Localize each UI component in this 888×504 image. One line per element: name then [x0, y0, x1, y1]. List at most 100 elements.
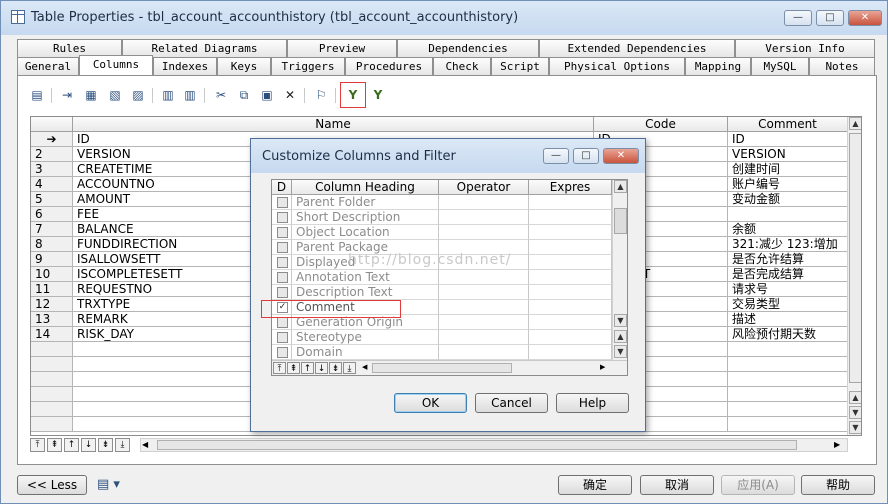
menu-icon[interactable]: ▤ ▾ [97, 477, 120, 492]
displayed-checkbox[interactable] [277, 242, 288, 253]
cell-comment[interactable]: 321:减少 123:增加 [728, 237, 848, 252]
dialog-help-button[interactable]: Help [556, 393, 629, 413]
row-number[interactable]: 4 [31, 177, 73, 192]
cell-comment[interactable] [728, 357, 848, 372]
row-number[interactable] [31, 402, 73, 417]
move-bottom-icon[interactable]: ⤓ [115, 438, 130, 452]
expression-cell[interactable] [529, 225, 612, 240]
cell-comment[interactable] [728, 402, 848, 417]
tab-dependencies[interactable]: Dependencies [397, 39, 539, 57]
expression-cell[interactable] [529, 240, 612, 255]
grid-header-name[interactable]: Name [73, 117, 594, 132]
displayed-checkbox[interactable] [277, 347, 288, 358]
dialog-cancel-button[interactable]: Cancel [475, 393, 548, 413]
grid-header-comment[interactable]: Comment [728, 117, 848, 132]
row-number[interactable]: 5 [31, 192, 73, 207]
scroll-down-icon[interactable]: ▼ [849, 421, 861, 434]
horizontal-scroll-thumb[interactable] [157, 440, 797, 450]
cell-comment[interactable]: 描述 [728, 312, 848, 327]
scroll-left-icon[interactable]: ◀ [362, 363, 368, 373]
displayed-checkbox[interactable] [277, 272, 288, 283]
add-row-icon[interactable]: ▦ [82, 86, 100, 104]
help-button[interactable]: 帮助 [801, 475, 875, 495]
expression-cell[interactable] [529, 195, 612, 210]
tab-version-info[interactable]: Version Info [735, 39, 875, 57]
tab-check[interactable]: Check [433, 57, 491, 75]
horizontal-scroll-thumb[interactable] [372, 363, 512, 373]
cancel-button[interactable]: 取消 [640, 475, 714, 495]
displayed-checkbox[interactable] [277, 197, 288, 208]
row-number[interactable] [31, 372, 73, 387]
scroll-arrow-icon[interactable]: ▼ [849, 406, 861, 419]
paste-clipboard-icon[interactable]: ▣ [258, 86, 276, 104]
row-number[interactable]: 9 [31, 252, 73, 267]
cell-comment[interactable]: 是否允许结算 [728, 252, 848, 267]
scroll-arrow-icon[interactable]: ▲ [614, 330, 627, 343]
dialog-title-bar[interactable]: Customize Columns and Filter — □ ✕ [251, 139, 645, 173]
tab-procedures[interactable]: Procedures [345, 57, 433, 75]
scroll-arrow-icon[interactable]: ▼ [614, 314, 627, 327]
apply-button[interactable]: 应用(A) [721, 475, 795, 495]
tab-extended-dependencies[interactable]: Extended Dependencies [539, 39, 735, 57]
operator-cell[interactable] [439, 345, 529, 360]
column-heading-name[interactable]: Domain [292, 345, 439, 360]
list-item[interactable]: Object Location [272, 225, 612, 240]
cell-comment[interactable]: 变动金额 [728, 192, 848, 207]
cut-icon[interactable]: ✂ [212, 86, 230, 104]
row-number[interactable]: 14 [31, 327, 73, 342]
grid-horizontal-scrollbar[interactable]: ◀ ▶ [140, 438, 848, 452]
cell-comment[interactable]: ID [728, 132, 848, 147]
operator-cell[interactable] [439, 300, 529, 315]
grid-header-code[interactable]: Code [594, 117, 728, 132]
move-page-down-icon[interactable]: ⇟ [98, 438, 113, 452]
move-down-icon[interactable]: ↓ [81, 438, 96, 452]
list-item[interactable]: Description Text [272, 285, 612, 300]
delete-icon[interactable]: ✕ [281, 86, 299, 104]
column-heading-name[interactable]: Description Text [292, 285, 439, 300]
scroll-arrow-icon[interactable]: ▲ [849, 391, 861, 404]
row-number[interactable]: 10 [31, 267, 73, 282]
paste-icon[interactable]: ▥ [159, 86, 177, 104]
operator-cell[interactable] [439, 330, 529, 345]
move-page-down-icon[interactable]: ⇟ [329, 362, 342, 374]
tab-mapping[interactable]: Mapping [685, 57, 751, 75]
tab-triggers[interactable]: Triggers [271, 57, 345, 75]
title-bar[interactable]: Table Properties - tbl_account_accounthi… [1, 1, 887, 35]
insert-row-icon[interactable]: ⇥ [58, 86, 76, 104]
cell-comment[interactable]: 风险预付期天数 [728, 327, 848, 342]
confirm-button[interactable]: 确定 [558, 475, 632, 495]
cell-comment[interactable]: 是否完成结算 [728, 267, 848, 282]
expression-cell[interactable] [529, 210, 612, 225]
cell-comment[interactable] [728, 207, 848, 222]
scroll-left-icon[interactable]: ◀ [142, 440, 154, 450]
dialog-close-button[interactable]: ✕ [603, 148, 639, 164]
displayed-checkbox[interactable] [277, 317, 288, 328]
column-heading-list[interactable]: D Column Heading Operator Expres Parent … [271, 179, 628, 376]
cell-comment[interactable]: 请求号 [728, 282, 848, 297]
list-vertical-scrollbar[interactable]: ▲ ▼ ▲ ▼ [612, 180, 627, 360]
displayed-checkbox[interactable] [277, 332, 288, 343]
tab-physical-options[interactable]: Physical Options [549, 57, 685, 75]
customize-columns-filter-icon[interactable]: Y [340, 82, 366, 108]
expression-cell[interactable] [529, 315, 612, 330]
scroll-thumb[interactable] [614, 208, 627, 234]
scroll-right-icon[interactable]: ▶ [834, 440, 846, 450]
operator-cell[interactable] [439, 225, 529, 240]
row-number[interactable] [31, 387, 73, 402]
row-number[interactable]: 11 [31, 282, 73, 297]
row-number[interactable]: 13 [31, 312, 73, 327]
row-number[interactable]: 2 [31, 147, 73, 162]
operator-cell[interactable] [439, 195, 529, 210]
close-button[interactable]: ✕ [848, 10, 882, 26]
tab-notes[interactable]: Notes [809, 57, 875, 75]
operator-cell[interactable] [439, 315, 529, 330]
list-header-operator[interactable]: Operator [439, 180, 529, 195]
cell-comment[interactable] [728, 387, 848, 402]
displayed-checkbox[interactable] [277, 287, 288, 298]
copy-icon[interactable]: ⧉ [235, 86, 253, 104]
less-button[interactable]: << Less [17, 475, 87, 495]
row-number[interactable]: 3 [31, 162, 73, 177]
minimize-button[interactable]: — [784, 10, 812, 26]
row-number[interactable]: 6 [31, 207, 73, 222]
add-columns-icon[interactable]: ▧ [106, 86, 124, 104]
